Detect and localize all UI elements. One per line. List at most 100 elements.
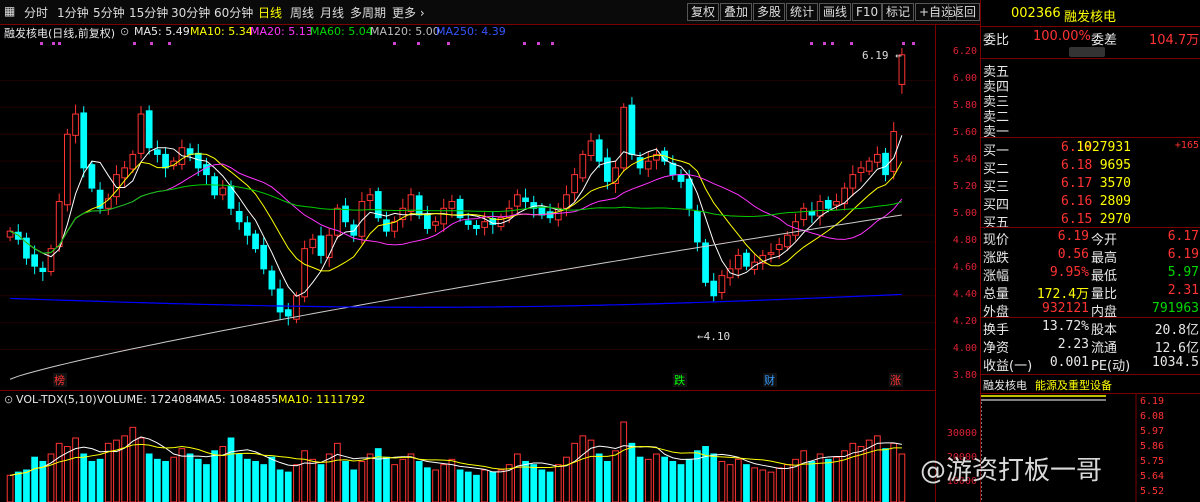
event-marker[interactable]: 跌 (674, 373, 685, 387)
volume-bar (530, 464, 538, 502)
volume-bar (301, 450, 309, 502)
volume-bar (178, 448, 186, 502)
adjust-button[interactable]: 复权 (687, 3, 720, 21)
candle (203, 164, 210, 176)
mini-price-label: 6.19 (1140, 396, 1165, 407)
tab-5min[interactable]: 5分钟 (93, 4, 125, 21)
quote-stat-row: 总量 172.4万 量比 2.31 (981, 283, 1200, 302)
candle (718, 275, 726, 294)
volume-bar (350, 469, 358, 502)
multi-stock-button[interactable]: 多股 (753, 3, 786, 21)
low-annotation: ←4.10 (697, 330, 730, 343)
fundamental-stat-row: 净资 2.23 流通 12.6亿 (981, 337, 1200, 356)
volume-bar (710, 453, 718, 502)
volume-bar (227, 437, 235, 502)
draw-line-button[interactable]: 画线 (819, 3, 852, 21)
volume-bar (440, 464, 448, 502)
stat-label: 股本 (1091, 323, 1118, 338)
tab-industry[interactable]: 能源及重型设备 (1035, 377, 1112, 393)
quote-panel: 002366 融发核电 委比 100.00% 委差 104.7万 卖五 卖四 卖三卖… (980, 0, 1200, 502)
candle (857, 167, 865, 173)
candle (865, 160, 873, 172)
back-button[interactable]: 返回 (948, 3, 980, 21)
mini-price-label: 5.52 (1140, 486, 1165, 497)
statistics-button[interactable]: 统计 (786, 3, 819, 21)
candlestick-chart[interactable]: 6.19 ← ←4.10 榜 跌 财 涨 (0, 40, 935, 390)
volume-bar (244, 458, 251, 502)
candle (644, 160, 652, 170)
collapse-toggle[interactable] (1069, 47, 1105, 57)
tab-1min[interactable]: 1分钟 (57, 4, 89, 21)
volume-bar (80, 453, 88, 502)
stat-value: 2.23 (1057, 337, 1089, 352)
bid-row: 买二 6.18 9695 (981, 158, 1200, 177)
price-tick-label: 4.80 (952, 234, 977, 246)
candle (137, 113, 145, 154)
tab-more[interactable]: 更多 › (392, 4, 425, 21)
volume-bar (481, 469, 489, 502)
stat-value: 13.72% (1042, 319, 1089, 334)
tab-intraday[interactable]: 分时 (24, 4, 48, 21)
quote-stat-row: 现价 6.19 今开 6.17 (981, 229, 1200, 248)
volume-bar (293, 464, 300, 502)
price-tick-label: 5.20 (952, 181, 977, 193)
stat-label: 净资 (983, 341, 1010, 356)
candle (514, 194, 521, 207)
fundamental-stat-row: 收益(一) 0.001 PE(动) 1034.5 (981, 355, 1200, 374)
tab-weekly[interactable]: 周线 (290, 4, 314, 21)
grid-icon[interactable]: ▦ (4, 4, 15, 18)
volume-bar (260, 464, 268, 502)
volume-bar (726, 464, 734, 502)
volume-bar (358, 460, 366, 502)
event-marker[interactable]: 榜 (54, 373, 65, 387)
volume-bar (383, 456, 390, 502)
tab-30min[interactable]: 30分钟 (171, 4, 210, 21)
high-annotation: 6.19 ← (862, 49, 902, 62)
tab-15min[interactable]: 15分钟 (129, 4, 168, 21)
candle (800, 207, 808, 221)
ma5-label: MA5: 5.49 (134, 25, 190, 38)
volume-bar (317, 464, 325, 502)
settings-icon[interactable]: ⊙ (120, 25, 129, 38)
tab-60min[interactable]: 60分钟 (214, 4, 253, 21)
tab-monthly[interactable]: 月线 (320, 4, 344, 21)
candle (293, 295, 300, 320)
stat-value: 5.97 (1167, 265, 1199, 280)
event-dot (810, 42, 813, 45)
chart-title: 融发核电(日线,前复权) (4, 27, 116, 40)
volume-bar (203, 464, 210, 502)
event-marker[interactable]: 涨 (890, 374, 901, 387)
tab-stock[interactable]: 融发核电 (983, 377, 1027, 393)
event-marker[interactable]: 财 (764, 373, 775, 387)
volume-bar (448, 458, 456, 502)
price-tick-label: 5.80 (952, 100, 977, 112)
ma60-line (9, 184, 903, 254)
bid-label: 买一 (983, 144, 1010, 159)
settings-icon[interactable]: ⊙ (4, 393, 13, 406)
tab-multi-period[interactable]: 多周期 (350, 4, 386, 21)
candle (595, 139, 603, 162)
overlay-button[interactable]: 叠加 (720, 3, 753, 21)
candle (260, 244, 268, 270)
stat-label: 量比 (1091, 287, 1118, 302)
event-dot (823, 42, 826, 45)
stat-value: 1034.5 (1152, 355, 1199, 370)
candle (620, 106, 628, 169)
ma250-label: MA250: 4.39 (436, 25, 506, 38)
volume-bar (432, 469, 439, 502)
tab-daily[interactable]: 日线 (258, 4, 282, 21)
volume-bar (514, 453, 521, 502)
price-tick-label: 4.40 (952, 288, 977, 300)
volume-bar (677, 464, 685, 502)
mark-button[interactable]: 标记 (882, 3, 915, 21)
volume-bar (55, 442, 63, 502)
candle (808, 211, 816, 216)
candle (268, 270, 276, 290)
event-dot (902, 42, 905, 45)
f10-button[interactable]: F10 (852, 3, 883, 21)
event-dot (912, 42, 915, 45)
candle (743, 252, 750, 267)
candle (464, 220, 472, 225)
volume-chart[interactable] (0, 406, 935, 502)
volume-bar (865, 439, 873, 502)
